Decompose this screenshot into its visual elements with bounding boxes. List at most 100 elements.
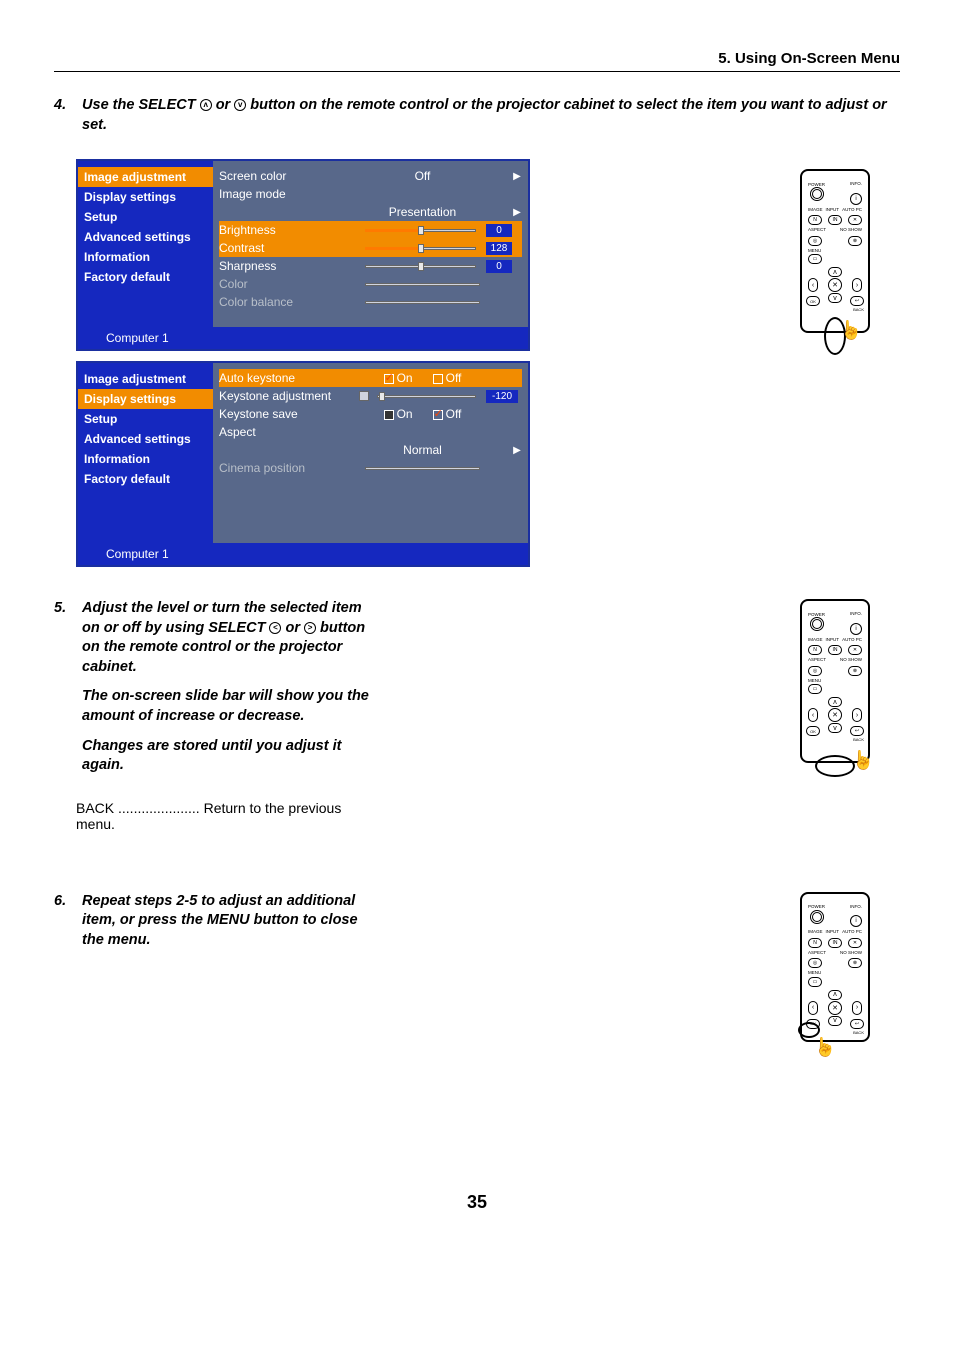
step-6-text: Repeat steps 2-5 to adjust an additional… xyxy=(82,892,380,951)
right-arrow-icon: > xyxy=(304,622,316,634)
down-arrow-icon: ᴠ xyxy=(234,99,246,111)
osd-row: Presentation ▶ xyxy=(219,203,522,221)
osd-row: Auto keystoneOnOff xyxy=(219,369,522,387)
in-button-icon: IN xyxy=(828,645,842,655)
slider-icon xyxy=(365,280,480,288)
page-number: 35 xyxy=(54,1192,900,1213)
ok-button-icon: OK xyxy=(806,296,820,306)
highlight-leftright-icon xyxy=(815,755,855,777)
osd-row: Image mode xyxy=(219,185,522,203)
checkbox-icon xyxy=(384,374,394,384)
osd-value-num: 0 xyxy=(486,260,512,273)
step-5: 5. Adjust the level or turn the selected… xyxy=(54,599,382,786)
osd-label: Screen color xyxy=(219,169,359,183)
osd-label: Contrast xyxy=(219,241,359,255)
left-arrow-icon: < xyxy=(269,622,281,634)
x-button-icon: ✕ xyxy=(848,645,862,655)
osd-label: Color xyxy=(219,277,359,291)
down-button-icon: ᴠ xyxy=(828,293,842,303)
aspect-button-icon: ◎ xyxy=(808,666,822,676)
up-button-icon: ᴧ xyxy=(828,990,842,1000)
osd-row: Cinema position xyxy=(219,459,522,477)
power-icon xyxy=(810,617,824,631)
osd-nav-item: Advanced settings xyxy=(78,227,213,247)
step-4: 4. Use the SELECT ᴧ or ᴠ button on the r… xyxy=(54,96,900,135)
info-icon: i xyxy=(850,623,862,635)
osd-value: Off xyxy=(359,169,486,183)
osd-nav-item: Information xyxy=(78,247,213,267)
osd-nav-item: Factory default xyxy=(78,267,213,287)
aspect-button-icon: ◎ xyxy=(808,236,822,246)
osd-label: Image mode xyxy=(219,187,359,201)
osd-nav-item: Display settings xyxy=(78,389,213,409)
center-button-icon: ✕ xyxy=(828,708,842,722)
osd-nav-item: Information xyxy=(78,449,213,469)
up-button-icon: ᴧ xyxy=(828,697,842,707)
osd-row: Color xyxy=(219,275,522,293)
power-icon xyxy=(810,910,824,924)
menu-button-icon: ▭ xyxy=(808,977,822,987)
osd-label: Sharpness xyxy=(219,259,359,273)
hand-pointer-icon: ☝ xyxy=(840,321,862,339)
arrow-right-icon: ▶ xyxy=(512,207,522,218)
left-button-icon: ‹ xyxy=(808,278,818,292)
osd-row: Keystone adjustment -120 xyxy=(219,387,522,405)
osd-screenshot-2: Image adjustmentDisplay settingsSetupAdv… xyxy=(76,361,530,567)
arrow-right-icon: ▶ xyxy=(512,171,522,182)
n-button-icon: N xyxy=(808,215,822,225)
down-button-icon: ᴠ xyxy=(828,723,842,733)
osd-row: Screen colorOff ▶ xyxy=(219,167,522,185)
dpad: ᴧ ᴠ ‹ › ✕ OK ↩ BACK xyxy=(808,990,862,1026)
osd-value-num: -120 xyxy=(486,390,518,403)
menu-button-icon: ▭ xyxy=(808,684,822,694)
slider-icon xyxy=(365,262,476,270)
step-6-num: 6. xyxy=(54,892,78,912)
in-button-icon: IN xyxy=(828,215,842,225)
osd-nav-item: Setup xyxy=(78,207,213,227)
right-button-icon: › xyxy=(852,1001,862,1015)
osd1-footer: Computer 1 xyxy=(78,327,528,349)
highlight-menu-icon xyxy=(798,1022,820,1038)
osd-label: Keystone adjustment xyxy=(219,389,359,403)
step-5-text: Adjust the level or turn the selected it… xyxy=(82,599,380,786)
x-button-icon: ✕ xyxy=(848,938,862,948)
hand-pointer-icon: ☝ xyxy=(852,751,874,769)
step-6: 6. Repeat steps 2-5 to adjust an additio… xyxy=(54,892,382,951)
aspect-button-icon: ◎ xyxy=(808,958,822,968)
osd-nav-item: Display settings xyxy=(78,187,213,207)
down-button-icon: ᴠ xyxy=(828,1016,842,1026)
osd-label: Cinema position xyxy=(219,461,359,475)
osd-row: Contrast128 xyxy=(219,239,522,257)
left-button-icon: ‹ xyxy=(808,708,818,722)
up-button-icon: ᴧ xyxy=(828,267,842,277)
remote-illustration-2: POWERINFO.i IMAGEINPUTAUTO PC NIN✕ ASPEC… xyxy=(800,599,870,763)
right-button-icon: › xyxy=(852,278,862,292)
noshow-button-icon: ⊗ xyxy=(848,958,862,968)
checkbox-icon xyxy=(384,410,394,420)
menu-button-icon: ▭ xyxy=(808,254,822,264)
info-icon: i xyxy=(850,193,862,205)
osd-nav-item: Factory default xyxy=(78,469,213,489)
dpad: ᴧ ᴠ ‹ › ✕ OK ↩ BACK xyxy=(808,267,862,303)
keystone-icon xyxy=(359,391,369,401)
hand-pointer-icon: ☝ xyxy=(814,1038,836,1056)
back-button-icon: ↩ xyxy=(850,1019,864,1029)
osd-row: Brightness0 xyxy=(219,221,522,239)
step-4-text: Use the SELECT ᴧ or ᴠ button on the remo… xyxy=(82,96,898,135)
osd-value: Presentation xyxy=(359,205,486,219)
checkbox-icon xyxy=(433,410,443,420)
arrow-right-icon: ▶ xyxy=(512,445,522,456)
up-arrow-icon: ᴧ xyxy=(200,99,212,111)
left-button-icon: ‹ xyxy=(808,1001,818,1015)
osd-screenshot-1: Image adjustmentDisplay settingsSetupAdv… xyxy=(76,159,530,351)
osd-nav-item: Advanced settings xyxy=(78,429,213,449)
osd2-footer: Computer 1 xyxy=(78,543,528,565)
checkbox-icon xyxy=(433,374,443,384)
osd-label: Auto keystone xyxy=(219,371,359,385)
dpad: ᴧ ᴠ ‹ › ✕ OK ↩ BACK xyxy=(808,697,862,733)
in-button-icon: IN xyxy=(828,938,842,948)
noshow-button-icon: ⊗ xyxy=(848,236,862,246)
osd-row: Keystone saveOnOff xyxy=(219,405,522,423)
remote-illustration-1: POWERINFO.i IMAGEINPUTAUTO PC NIN✕ ASPEC… xyxy=(800,169,870,333)
slider-icon xyxy=(365,244,476,252)
